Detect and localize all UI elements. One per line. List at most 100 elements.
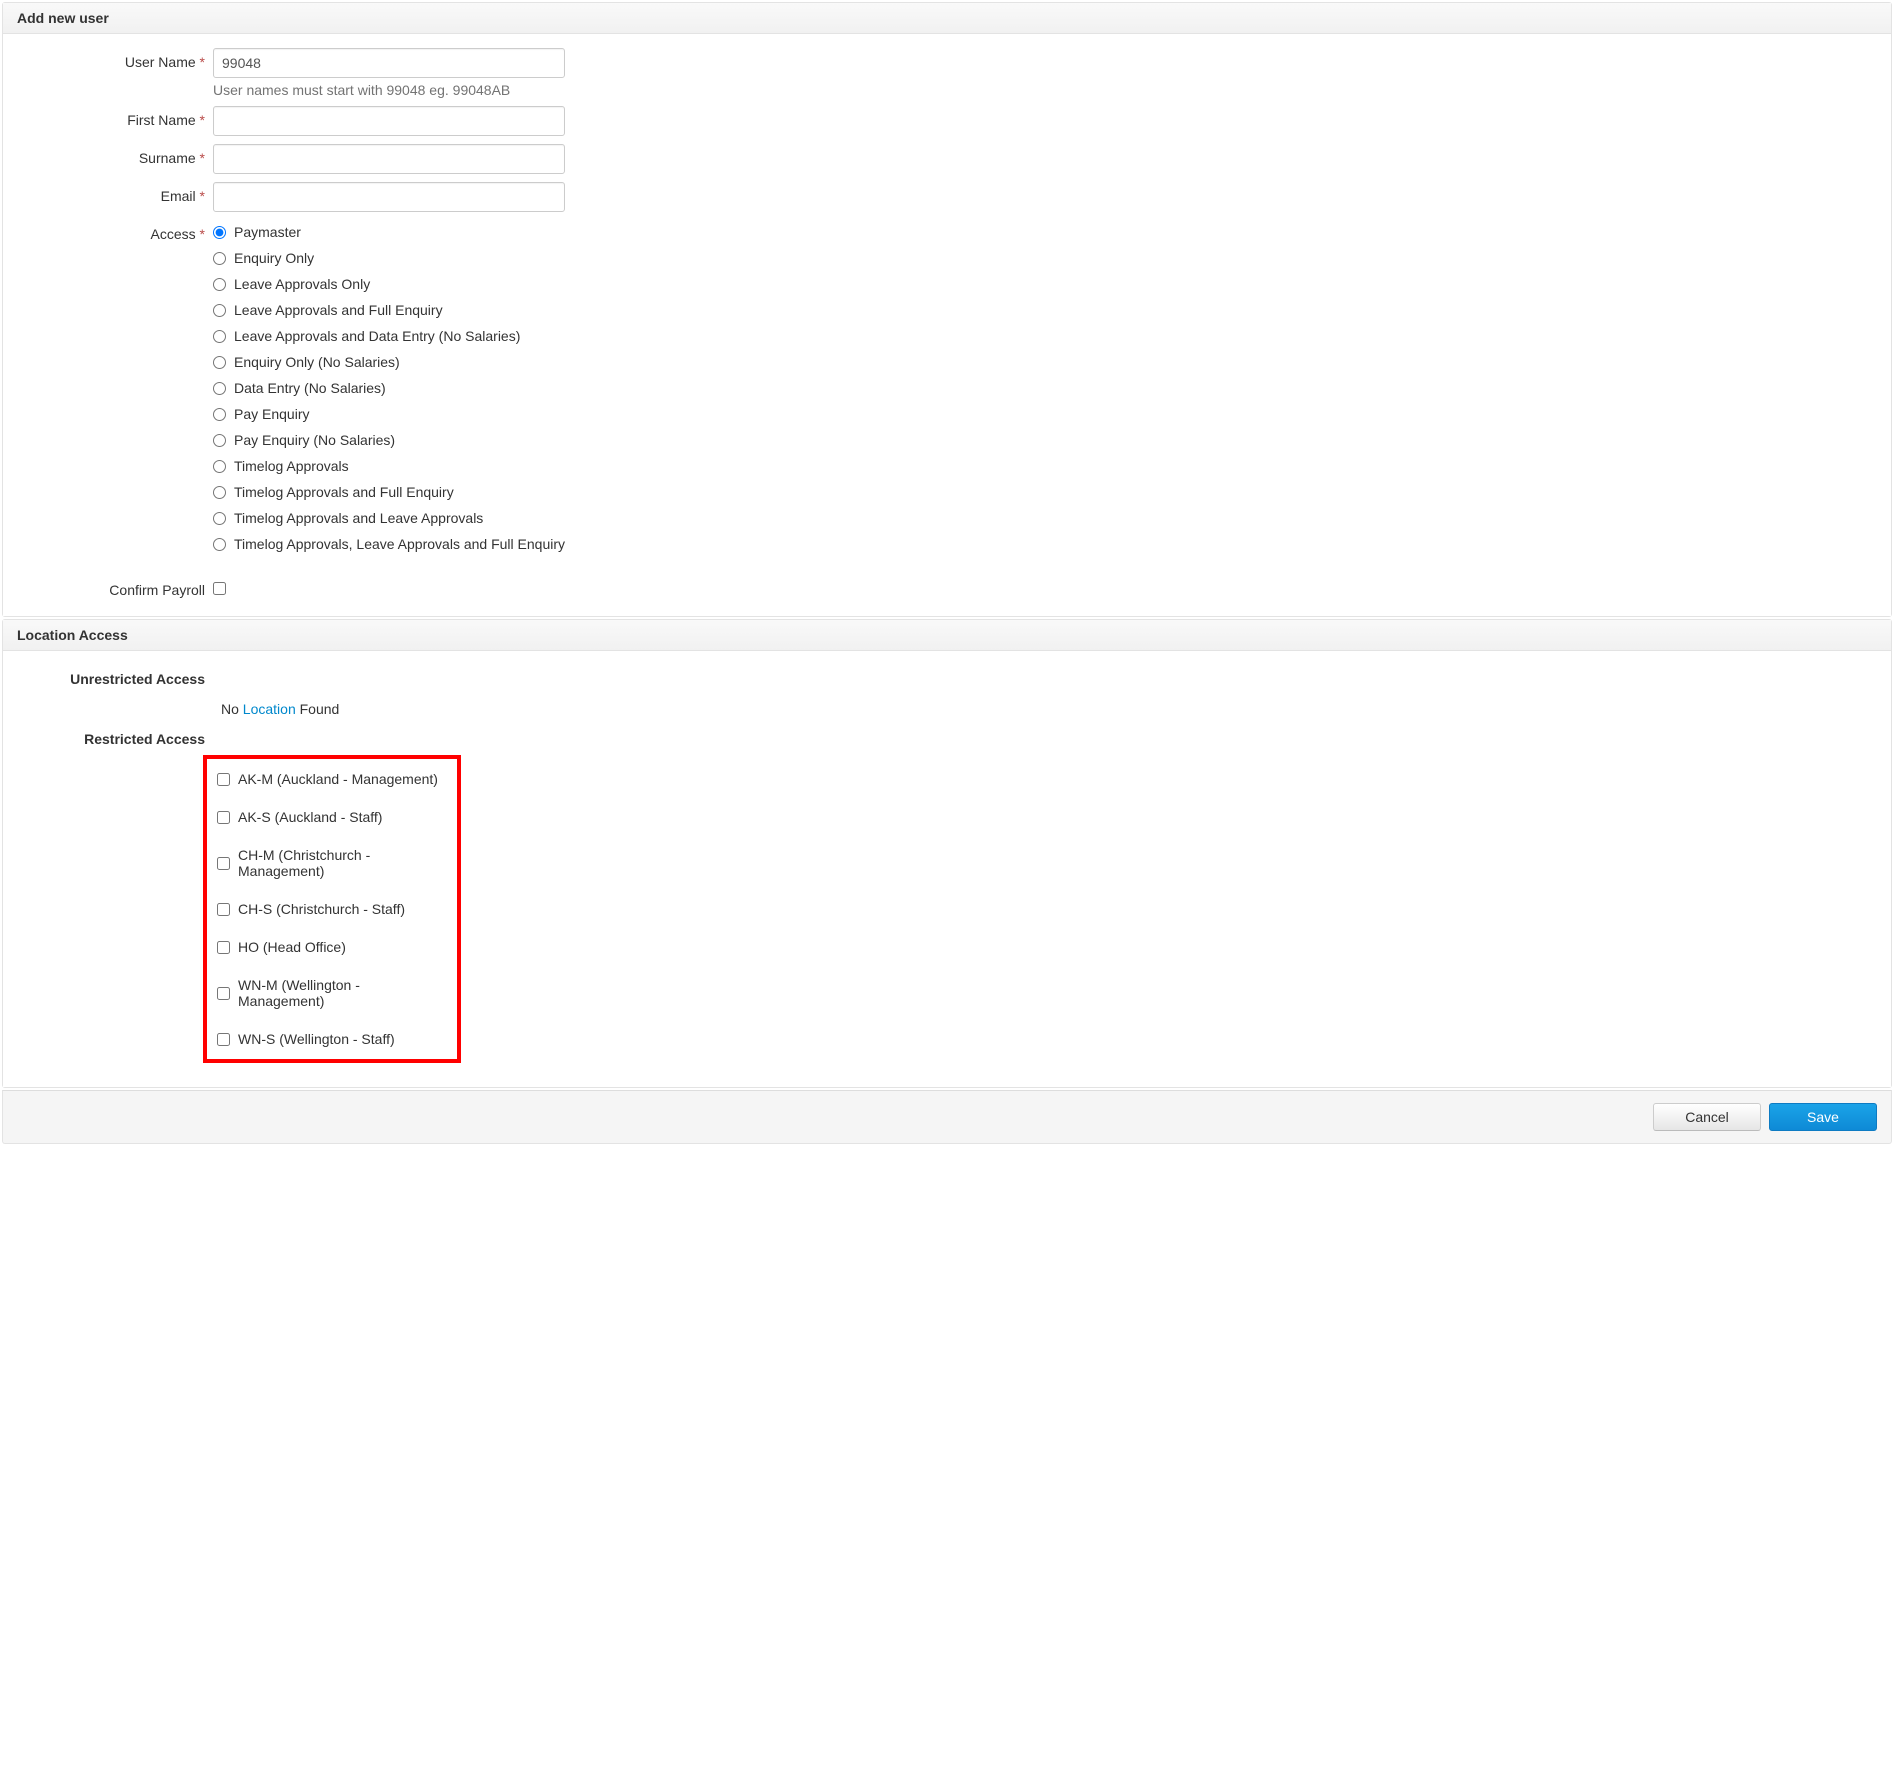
row-surname: Surname *	[17, 144, 1877, 174]
row-restricted: Restricted Access	[17, 731, 1877, 747]
email-input[interactable]	[213, 182, 565, 212]
access-option[interactable]: Leave Approvals and Data Entry (No Salar…	[213, 328, 565, 344]
restricted-checkbox[interactable]	[217, 987, 230, 1000]
row-no-location: No Location Found	[17, 701, 1877, 717]
no-location-text: No Location Found	[213, 701, 339, 717]
access-option[interactable]: Data Entry (No Salaries)	[213, 380, 565, 396]
access-radio[interactable]	[213, 538, 226, 551]
label-surname-text: Surname	[139, 150, 196, 166]
access-radio[interactable]	[213, 434, 226, 447]
access-option-label: Data Entry (No Salaries)	[234, 380, 386, 396]
row-username: User Name * User names must start with 9…	[17, 48, 1877, 98]
confirm-payroll-checkbox[interactable]	[213, 582, 226, 595]
row-access: Access * Paymaster Enquiry Only Leave Appr…	[17, 220, 1877, 562]
location-access-panel: Location Access Unrestricted Access No L…	[2, 619, 1892, 1088]
access-radio[interactable]	[213, 330, 226, 343]
restricted-option[interactable]: WN-M (Wellington - Management)	[217, 977, 447, 1009]
restricted-checkbox[interactable]	[217, 773, 230, 786]
access-option[interactable]: Timelog Approvals and Full Enquiry	[213, 484, 565, 500]
required-marker: *	[200, 226, 205, 242]
access-option-label: Leave Approvals Only	[234, 276, 370, 292]
control-email	[213, 182, 565, 212]
access-option[interactable]: Enquiry Only (No Salaries)	[213, 354, 565, 370]
username-input[interactable]	[213, 48, 565, 78]
access-radio[interactable]	[213, 382, 226, 395]
restricted-checkbox[interactable]	[217, 941, 230, 954]
access-option-label: Pay Enquiry (No Salaries)	[234, 432, 395, 448]
restricted-option-label: HO (Head Office)	[238, 939, 346, 955]
location-access-header: Location Access	[3, 620, 1891, 651]
access-option-label: Leave Approvals and Full Enquiry	[234, 302, 443, 318]
surname-input[interactable]	[213, 144, 565, 174]
access-option[interactable]: Enquiry Only	[213, 250, 565, 266]
restricted-option[interactable]: HO (Head Office)	[217, 939, 447, 955]
label-email-text: Email	[161, 188, 196, 204]
access-radio[interactable]	[213, 278, 226, 291]
firstname-input[interactable]	[213, 106, 565, 136]
label-surname: Surname *	[17, 144, 213, 166]
required-marker: *	[200, 54, 205, 70]
access-option[interactable]: Leave Approvals Only	[213, 276, 565, 292]
access-option[interactable]: Leave Approvals and Full Enquiry	[213, 302, 565, 318]
restricted-checkbox[interactable]	[217, 811, 230, 824]
restricted-option-label: WN-M (Wellington - Management)	[238, 977, 447, 1009]
label-restricted: Restricted Access	[17, 731, 213, 747]
cancel-button[interactable]: Cancel	[1653, 1103, 1761, 1131]
label-confirm-payroll: Confirm Payroll	[17, 576, 213, 598]
restricted-option-label: AK-M (Auckland - Management)	[238, 771, 438, 787]
label-username-text: User Name	[125, 54, 196, 70]
restricted-checkbox[interactable]	[217, 1033, 230, 1046]
restricted-checkbox[interactable]	[217, 857, 230, 870]
row-firstname: First Name *	[17, 106, 1877, 136]
required-marker: *	[200, 188, 205, 204]
access-option[interactable]: Pay Enquiry	[213, 406, 565, 422]
access-radio[interactable]	[213, 226, 226, 239]
row-confirm-payroll: Confirm Payroll	[17, 576, 1877, 598]
label-access-text: Access	[151, 226, 196, 242]
access-option-label: Timelog Approvals and Full Enquiry	[234, 484, 454, 500]
access-radio[interactable]	[213, 408, 226, 421]
restricted-option-label: WN-S (Wellington - Staff)	[238, 1031, 395, 1047]
required-marker: *	[200, 150, 205, 166]
row-unrestricted: Unrestricted Access	[17, 671, 1877, 687]
access-radio[interactable]	[213, 252, 226, 265]
access-radio[interactable]	[213, 356, 226, 369]
control-surname	[213, 144, 565, 174]
control-firstname	[213, 106, 565, 136]
label-unrestricted: Unrestricted Access	[17, 671, 213, 687]
no-location-prefix: No	[221, 701, 243, 717]
label-email: Email *	[17, 182, 213, 204]
access-option-label: Enquiry Only	[234, 250, 314, 266]
add-user-header: Add new user	[3, 3, 1891, 34]
row-email: Email *	[17, 182, 1877, 212]
location-access-body: Unrestricted Access No Location Found Re…	[3, 651, 1891, 1087]
username-help: User names must start with 99048 eg. 990…	[213, 82, 565, 98]
restricted-option-label: CH-S (Christchurch - Staff)	[238, 901, 405, 917]
restricted-option-label: AK-S (Auckland - Staff)	[238, 809, 382, 825]
location-link[interactable]: Location	[243, 701, 296, 717]
save-button[interactable]: Save	[1769, 1103, 1877, 1131]
access-radio[interactable]	[213, 460, 226, 473]
restricted-option-label: CH-M (Christchurch - Management)	[238, 847, 447, 879]
control-username: User names must start with 99048 eg. 990…	[213, 48, 565, 98]
label-username: User Name *	[17, 48, 213, 70]
restricted-highlight-box: AK-M (Auckland - Management) AK-S (Auckla…	[203, 755, 461, 1063]
restricted-option[interactable]: WN-S (Wellington - Staff)	[217, 1031, 447, 1047]
restricted-option[interactable]: CH-S (Christchurch - Staff)	[217, 901, 447, 917]
restricted-option[interactable]: AK-M (Auckland - Management)	[217, 771, 447, 787]
access-option[interactable]: Pay Enquiry (No Salaries)	[213, 432, 565, 448]
restricted-option[interactable]: AK-S (Auckland - Staff)	[217, 809, 447, 825]
label-firstname: First Name *	[17, 106, 213, 128]
access-option[interactable]: Timelog Approvals	[213, 458, 565, 474]
access-option[interactable]: Timelog Approvals, Leave Approvals and F…	[213, 536, 565, 552]
access-radio-group: Paymaster Enquiry Only Leave Approvals Onl…	[213, 220, 565, 562]
restricted-checkbox[interactable]	[217, 903, 230, 916]
restricted-option[interactable]: CH-M (Christchurch - Management)	[217, 847, 447, 879]
access-radio[interactable]	[213, 304, 226, 317]
no-location-suffix: Found	[296, 701, 340, 717]
access-radio[interactable]	[213, 486, 226, 499]
access-option[interactable]: Paymaster	[213, 224, 565, 240]
access-radio[interactable]	[213, 512, 226, 525]
access-option[interactable]: Timelog Approvals and Leave Approvals	[213, 510, 565, 526]
form-footer: Cancel Save	[2, 1090, 1892, 1144]
